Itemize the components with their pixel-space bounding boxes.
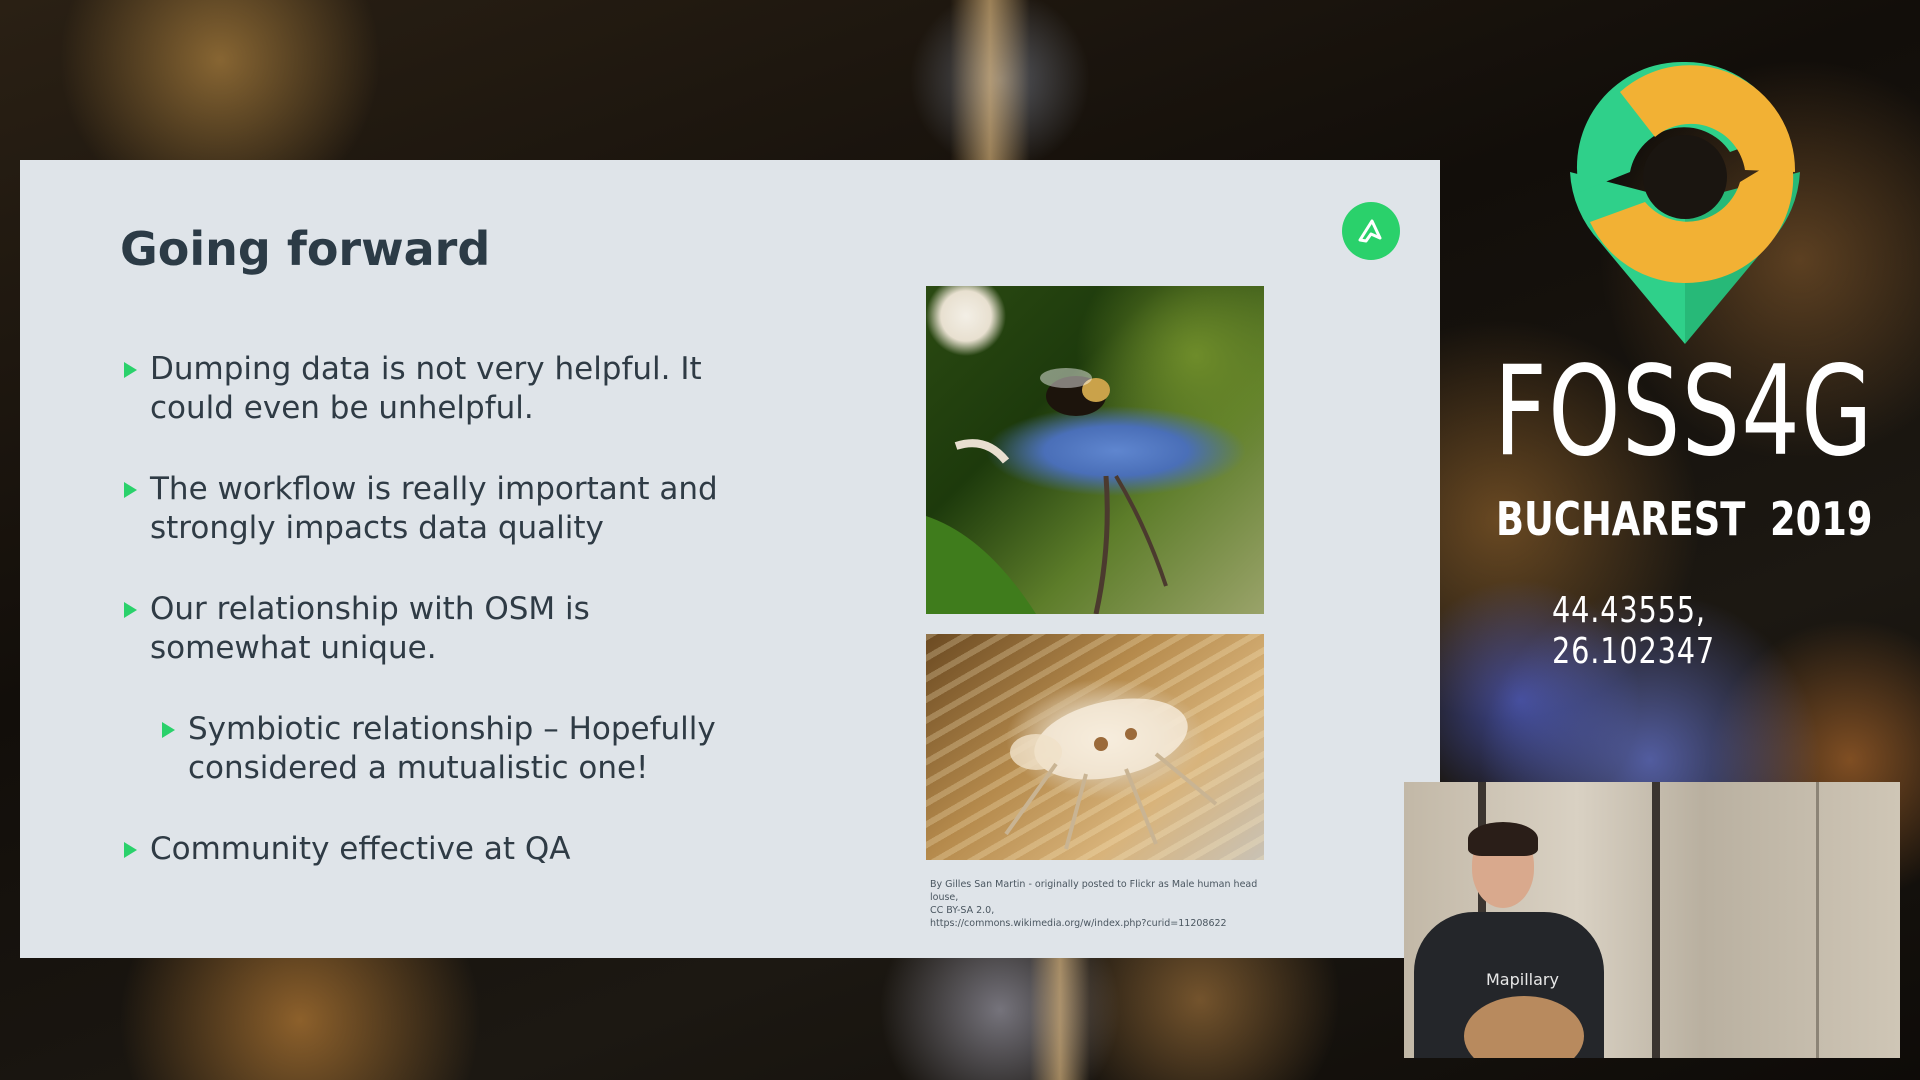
event-year: 2019: [1769, 492, 1873, 546]
bullet-arrow-icon: [124, 362, 137, 378]
mapillary-icon: [1358, 219, 1382, 243]
bullet-item: Our relationship with OSM is somewhat un…: [120, 590, 740, 668]
foss4g-subtitle: BUCHAREST 2019: [1496, 492, 1876, 546]
presentation-slide: Going forward Dumping data is not very h…: [20, 160, 1440, 958]
bullet-text: Symbiotic relationship – Hopefully consi…: [188, 711, 716, 786]
louse-illustration: [1004, 698, 1218, 850]
background-street: [1030, 958, 1090, 1080]
wall-panel-edge: [1816, 782, 1819, 1058]
bullet-list: Dumping data is not very helpful. It cou…: [120, 350, 740, 911]
bullet-item: Dumping data is not very helpful. It cou…: [120, 350, 740, 428]
event-coordinates: 44.43555, 26.102347: [1552, 590, 1715, 672]
bullet-arrow-icon: [124, 482, 137, 498]
foss4g-title: FOSS4G: [1494, 340, 1874, 484]
sub-bullet-item: Symbiotic relationship – Hopefully consi…: [158, 710, 740, 788]
event-city: BUCHAREST: [1496, 492, 1746, 546]
image-credit: By Gilles San Martin - originally posted…: [930, 878, 1270, 930]
bullet-arrow-icon: [124, 602, 137, 618]
shirt-logo-text: Mapillary: [1486, 970, 1559, 989]
bullet-text: Our relationship with OSM is somewhat un…: [150, 591, 590, 666]
credit-link: https://commons.wikimedia.org/w/index.ph…: [930, 918, 1227, 929]
credit-line: By Gilles San Martin - originally posted…: [930, 879, 1258, 903]
mapillary-logo: [1342, 202, 1400, 260]
bullet-arrow-icon: [162, 722, 175, 738]
bee-on-flower-photo: [926, 286, 1264, 614]
speaker-hair: [1468, 822, 1538, 856]
slide-title: Going forward: [120, 222, 491, 276]
bee-illustration: [926, 368, 1168, 614]
speaker-webcam: Mapillary: [1404, 782, 1900, 1058]
bullet-arrow-icon: [124, 842, 137, 858]
bullet-text: Community effective at QA: [150, 831, 571, 867]
wall-panel-edge: [1652, 782, 1660, 1058]
head-louse-photo: [926, 634, 1264, 860]
background-street: [950, 0, 1030, 160]
credit-line: CC BY-SA 2.0,: [930, 905, 995, 916]
bullet-item: Community effective at QA: [120, 830, 740, 869]
bullet-text: The workflow is really important and str…: [150, 471, 718, 546]
foss4g-pin-logo: [1570, 61, 1800, 344]
bullet-text: Dumping data is not very helpful. It cou…: [150, 351, 702, 426]
bullet-item: The workflow is really important and str…: [120, 470, 740, 548]
